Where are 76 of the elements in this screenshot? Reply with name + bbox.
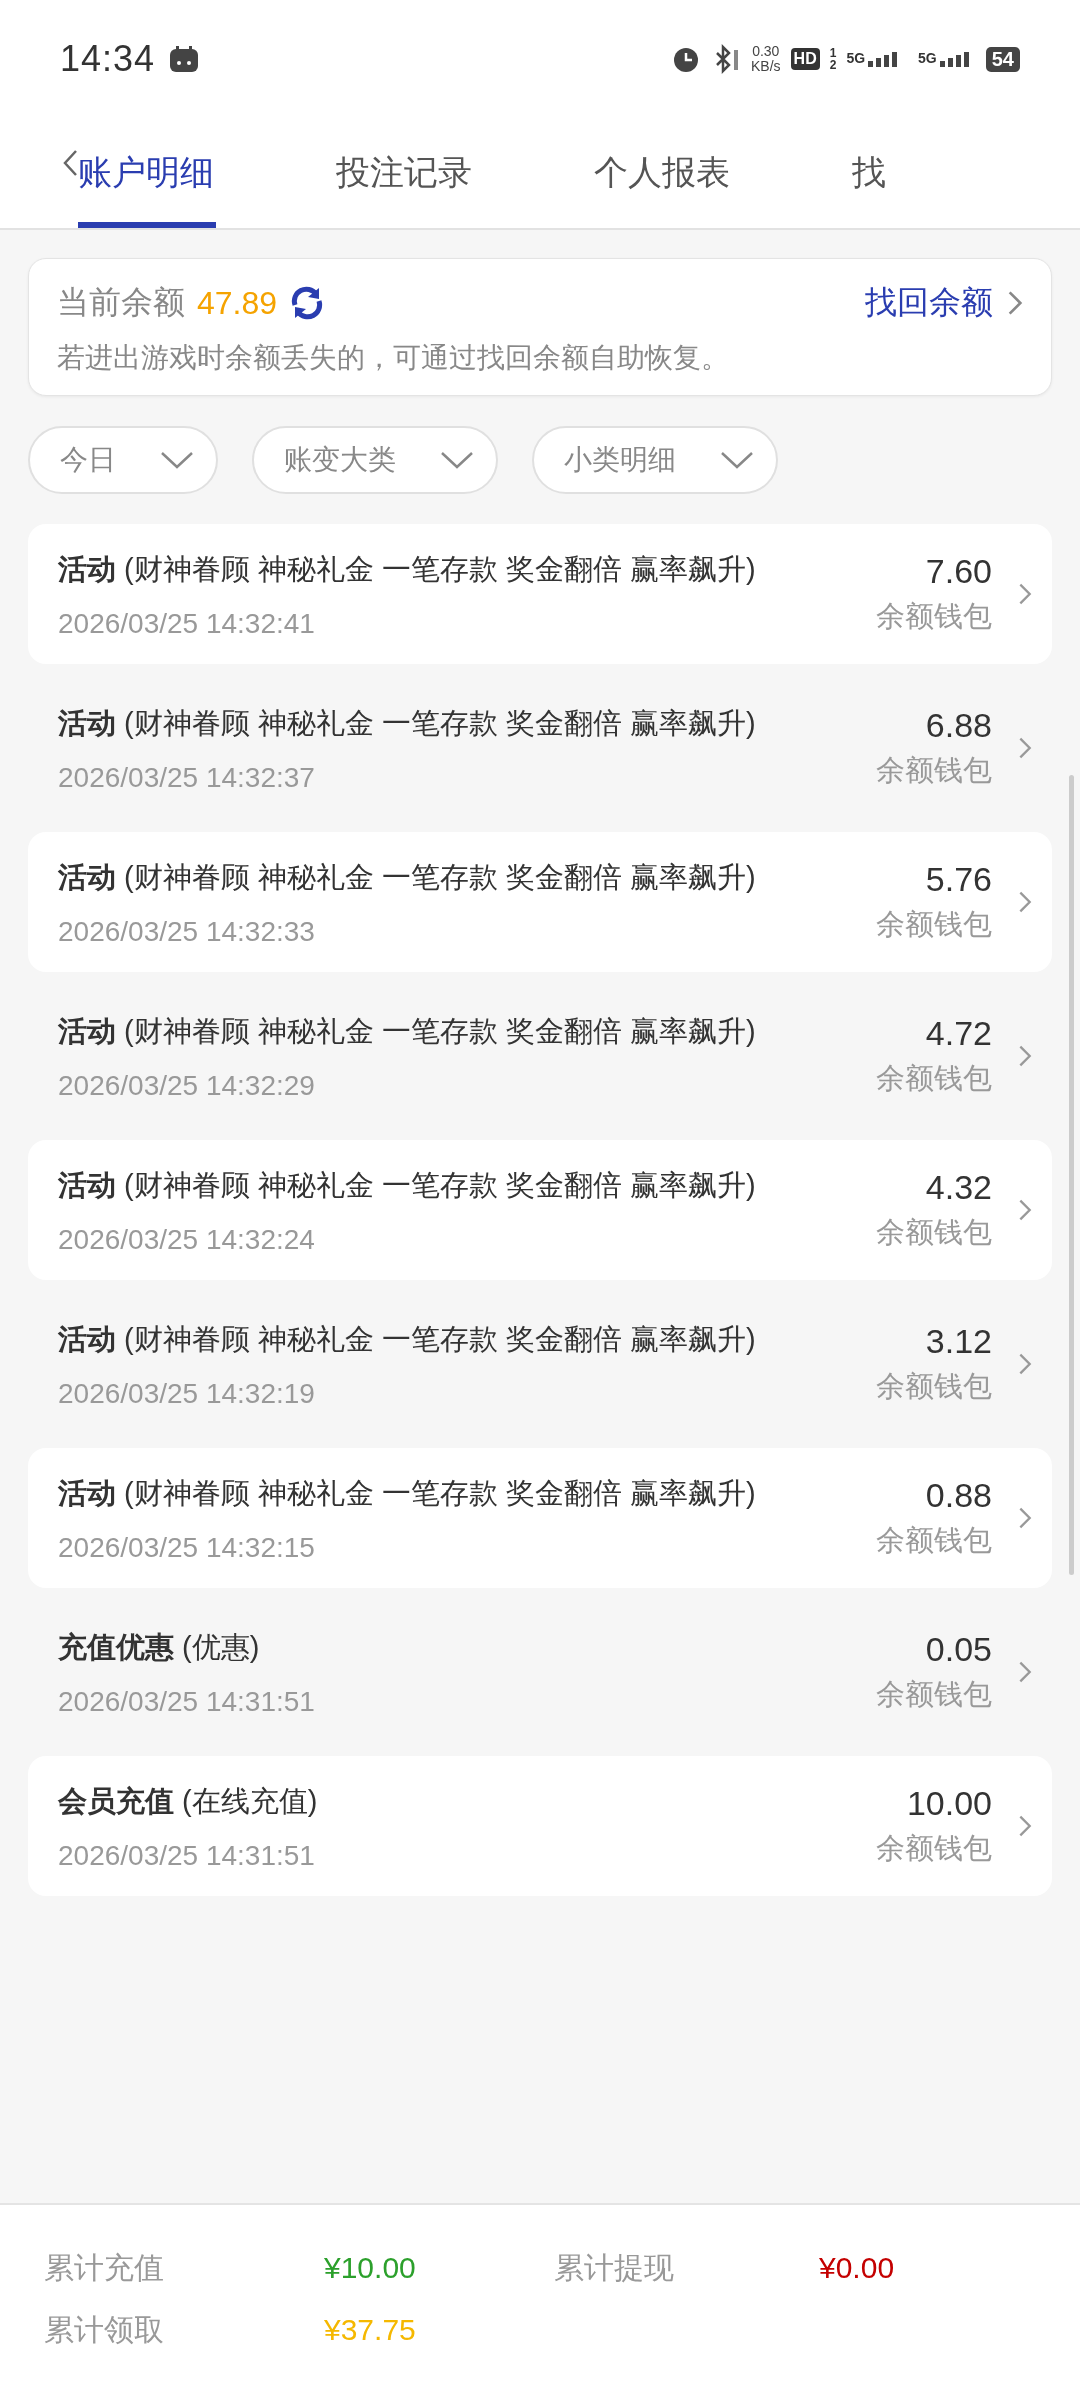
record-amount: 4.72	[925, 1013, 992, 1053]
record-amount: 3.12	[925, 1321, 992, 1361]
tab[interactable]: 找	[852, 118, 1080, 228]
record-time: 2026/03/25 14:32:41	[58, 607, 316, 641]
record-row[interactable]: 活动 (财神眷顾 神秘礼金 一笔存款 奖金翻倍 赢率飙升) 2026/03/25 14:32:29 4.72 余额钱包	[28, 986, 1052, 1126]
record-title: 活动 (财神眷顾 神秘礼金 一笔存款 奖金翻倍 赢率飙升)	[58, 1322, 757, 1357]
network-type: 5G	[918, 51, 937, 65]
record-title: 活动 (财神眷顾 神秘礼金 一笔存款 奖金翻倍 赢率飙升)	[58, 860, 757, 895]
record-time: 2026/03/25 14:31:51	[58, 1685, 316, 1719]
chevron-down-icon	[160, 451, 194, 469]
record-title: 活动 (财神眷顾 神秘礼金 一笔存款 奖金翻倍 赢率飙升)	[58, 1168, 757, 1203]
record-amount: 5.76	[925, 859, 992, 899]
battery-level: 54	[985, 46, 1020, 72]
wallet-label: 余额钱包	[876, 1368, 992, 1404]
record-title: 活动 (财神眷顾 神秘礼金 一笔存款 奖金翻倍 赢率飙升)	[58, 1476, 757, 1511]
record-amount: 10.00	[906, 1783, 992, 1823]
filter-dropdown[interactable]: 小类明细	[532, 426, 778, 494]
record-card[interactable]: 活动 (财神眷顾 神秘礼金 一笔存款 奖金翻倍 赢率飙升) 2026/03/25 14:32:15 0.88 余额钱包	[28, 1448, 1052, 1588]
record-amount: 0.88	[925, 1475, 992, 1515]
network-type: 5G	[846, 51, 866, 65]
summary-label: 累计领取	[44, 2311, 165, 2348]
record-card[interactable]: 活动 (财神眷顾 神秘礼金 一笔存款 奖金翻倍 赢率飙升) 2026/03/25 14:32:33 5.76 余额钱包	[28, 832, 1052, 972]
wallet-label: 余额钱包	[876, 1522, 992, 1558]
record-time: 2026/03/25 14:32:33	[58, 915, 316, 949]
network-speed: 0.30	[752, 44, 780, 59]
wallet-label: 余额钱包	[876, 1214, 992, 1250]
tab[interactable]: 个人报表	[594, 118, 852, 228]
filter-dropdown[interactable]: 账变大类	[252, 426, 498, 494]
record-amount: 6.88	[925, 705, 992, 745]
summary-value: ¥0.00	[819, 2250, 896, 2286]
summary-label: 累计充值	[44, 2249, 165, 2286]
sim-number: 2	[829, 59, 837, 71]
record-row[interactable]: 活动 (财神眷顾 神秘礼金 一笔存款 奖金翻倍 赢率飙升) 2026/03/25 14:32:37 6.88 余额钱包	[28, 678, 1052, 818]
tab[interactable]: 投注记录	[336, 118, 594, 228]
summary-value: ¥37.75	[324, 2312, 417, 2348]
balance-hint: 若进出游戏时余额丢失的，可通过找回余额自助恢复。	[57, 341, 730, 375]
chevron-down-icon	[440, 451, 474, 469]
record-row[interactable]: 充值优惠 (优惠) 2026/03/25 14:31:51 0.05 余额钱包	[28, 1602, 1052, 1742]
summary-value: ¥10.00	[324, 2250, 417, 2286]
balance-label: 当前余额	[57, 283, 185, 322]
wallet-label: 余额钱包	[876, 752, 992, 788]
record-title: 活动 (财神眷顾 神秘礼金 一笔存款 奖金翻倍 赢率飙升)	[58, 706, 757, 741]
record-card[interactable]: 活动 (财神眷顾 神秘礼金 一笔存款 奖金翻倍 赢率飙升) 2026/03/25 14:32:41 7.60 余额钱包	[28, 524, 1052, 664]
wallet-label: 余额钱包	[876, 906, 992, 942]
recover-balance-link[interactable]: 找回余额	[865, 281, 1023, 325]
record-amount: 0.05	[925, 1629, 992, 1669]
record-time: 2026/03/25 14:32:19	[58, 1377, 316, 1411]
filter-dropdown[interactable]: 今日	[28, 426, 218, 494]
record-time: 2026/03/25 14:32:24	[58, 1223, 316, 1257]
wallet-label: 余额钱包	[876, 1830, 992, 1866]
hd-label: HD	[790, 48, 820, 70]
tab[interactable]: 账户明细	[78, 118, 336, 228]
record-row[interactable]: 活动 (财神眷顾 神秘礼金 一笔存款 奖金翻倍 赢率飙升) 2026/03/25 14:32:19 3.12 余额钱包	[28, 1294, 1052, 1434]
wallet-label: 余额钱包	[876, 598, 992, 634]
chevron-down-icon	[720, 451, 754, 469]
record-card[interactable]: 会员充值 (在线充值) 2026/03/25 14:31:51 10.00 余额钱包	[28, 1756, 1052, 1896]
record-time: 2026/03/25 14:32:37	[58, 761, 316, 795]
record-card[interactable]: 活动 (财神眷顾 神秘礼金 一笔存款 奖金翻倍 赢率飙升) 2026/03/25 14:32:24 4.32 余额钱包	[28, 1140, 1052, 1280]
wallet-label: 余额钱包	[876, 1060, 992, 1096]
summary-label: 累计提现	[554, 2249, 675, 2286]
balance-value: 47.89	[197, 284, 278, 322]
record-title: 充值优惠 (优惠)	[58, 1630, 261, 1665]
record-time: 2026/03/25 14:32:29	[58, 1069, 316, 1103]
record-title: 活动 (财神眷顾 神秘礼金 一笔存款 奖金翻倍 赢率飙升)	[58, 552, 757, 587]
sim-number: 1	[829, 47, 837, 59]
record-time: 2026/03/25 14:32:15	[58, 1531, 316, 1565]
record-amount: 7.60	[925, 551, 992, 591]
speed-unit: KB/s	[751, 59, 781, 74]
robot-icon	[169, 45, 200, 73]
status-time: 14:34	[60, 38, 156, 80]
record-title: 会员充值 (在线充值)	[58, 1784, 319, 1819]
back-icon[interactable]	[62, 149, 78, 177]
record-title: 活动 (财神眷顾 神秘礼金 一笔存款 奖金翻倍 赢率飙升)	[58, 1014, 757, 1049]
wallet-label: 余额钱包	[876, 1676, 992, 1712]
record-time: 2026/03/25 14:31:51	[58, 1839, 316, 1873]
record-amount: 4.32	[925, 1167, 992, 1207]
